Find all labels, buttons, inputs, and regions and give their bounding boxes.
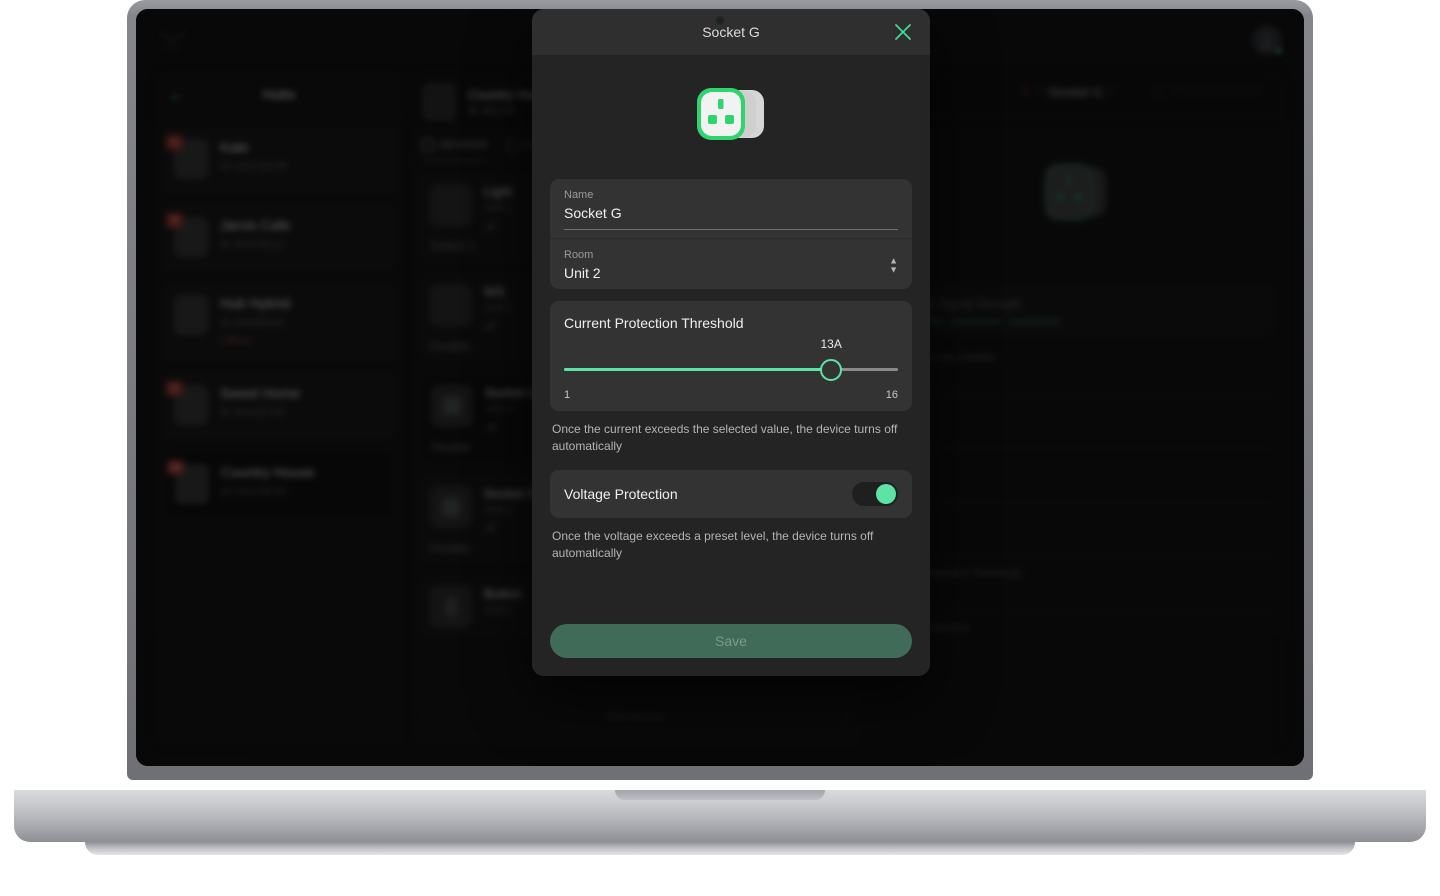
device-settings-modal: Socket G Name Socket G Room Unit 2 ▲ ▼ C… bbox=[532, 9, 930, 676]
voltage-protection-card: Voltage Protection bbox=[550, 469, 912, 518]
chevron-updown-icon[interactable]: ▲ ▼ bbox=[889, 256, 898, 274]
room-field[interactable]: Room Unit 2 ▲ ▼ bbox=[550, 238, 912, 289]
screenshot-stage: PRO Malfunctions 12 bbox=[0, 0, 1440, 896]
slider-max-label: 16 bbox=[885, 389, 898, 401]
name-input[interactable]: Socket G bbox=[564, 205, 898, 221]
slider-value-label: 13A bbox=[820, 337, 842, 351]
modal-device-image bbox=[550, 55, 912, 175]
laptop-screen: PRO Malfunctions 12 bbox=[136, 9, 1304, 766]
laptop-lid: PRO Malfunctions 12 bbox=[127, 0, 1313, 780]
socket-icon bbox=[697, 88, 764, 140]
modal-body: Name Socket G Room Unit 2 ▲ ▼ Current Pr… bbox=[532, 55, 930, 612]
modal-title: Socket G bbox=[702, 24, 760, 40]
close-icon[interactable] bbox=[892, 21, 914, 43]
voltage-protection-title: Voltage Protection bbox=[564, 485, 678, 502]
voltage-protection-toggle[interactable] bbox=[852, 481, 898, 506]
save-button[interactable]: Save bbox=[550, 624, 912, 658]
name-field-label: Name bbox=[564, 189, 594, 201]
current-threshold-title: Current Protection Threshold bbox=[564, 315, 744, 331]
slider-min-label: 1 bbox=[564, 389, 571, 401]
laptop-foot bbox=[85, 842, 1355, 855]
name-field[interactable]: Name Socket G bbox=[550, 179, 912, 238]
voltage-protection-hint: Once the voltage exceeds a preset level,… bbox=[552, 528, 874, 561]
room-field-label: Room bbox=[564, 249, 594, 261]
room-select-value[interactable]: Unit 2 bbox=[564, 265, 898, 281]
laptop-base bbox=[14, 790, 1426, 842]
current-threshold-card: Current Protection Threshold 13A 1 16 bbox=[550, 301, 912, 411]
slider-track-fill bbox=[564, 368, 832, 371]
webcam-icon bbox=[715, 16, 725, 25]
current-threshold-hint: Once the current exceeds the selected va… bbox=[552, 422, 898, 454]
modal-footer: Save bbox=[532, 612, 930, 676]
current-threshold-slider[interactable]: 13A bbox=[564, 337, 898, 381]
toggle-knob bbox=[876, 483, 896, 504]
field-underline bbox=[564, 229, 898, 230]
slider-thumb[interactable] bbox=[820, 359, 843, 381]
modal-header: Socket G bbox=[532, 9, 930, 55]
app-screen: PRO Malfunctions 12 bbox=[136, 9, 1304, 766]
fields-group: Name Socket G Room Unit 2 ▲ ▼ bbox=[550, 179, 912, 289]
slider-range-labels: 1 16 bbox=[564, 389, 898, 401]
